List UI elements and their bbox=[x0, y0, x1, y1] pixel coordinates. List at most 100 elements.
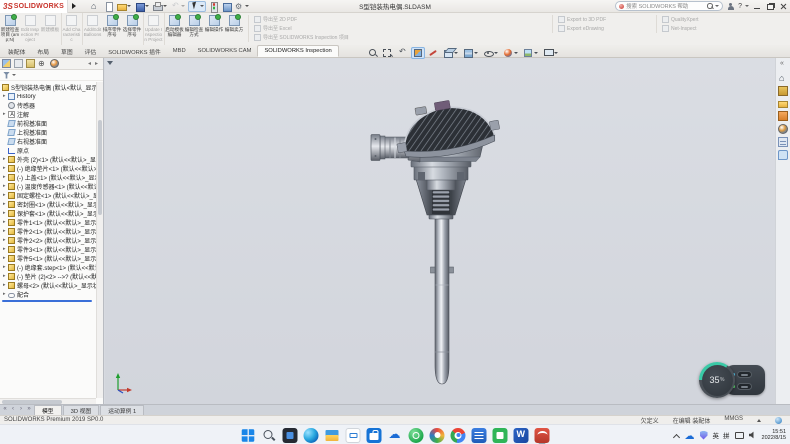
quick-access-button[interactable] bbox=[170, 1, 186, 12]
quick-access-button[interactable] bbox=[234, 1, 250, 12]
quick-access-button[interactable] bbox=[208, 1, 219, 12]
tree-item[interactable]: ▸History bbox=[0, 92, 96, 101]
ribbon-button[interactable]: 选择零件序号 bbox=[122, 13, 142, 45]
quick-access-button[interactable] bbox=[90, 1, 101, 12]
ime-language-indicator[interactable]: 英 bbox=[713, 430, 720, 440]
app-blue-icon[interactable] bbox=[472, 428, 487, 443]
featuremanager-icon[interactable] bbox=[2, 59, 11, 68]
help-caret-icon[interactable] bbox=[745, 5, 749, 7]
propertymanager-icon[interactable] bbox=[14, 59, 23, 68]
solidworks-icon[interactable] bbox=[535, 428, 550, 443]
ribbon-button[interactable]: Edit Inspection Project bbox=[20, 13, 40, 45]
ribbon-button[interactable]: Export to 3D PDF bbox=[558, 15, 652, 24]
speaker-icon[interactable] bbox=[749, 431, 757, 439]
ribbon-tab[interactable]: SOLIDWORKS CAM bbox=[192, 45, 258, 57]
restore-button[interactable] bbox=[765, 1, 775, 12]
tree-item[interactable]: ▸(-) 上盖<1> (默认<<默认>_显示状 bbox=[0, 173, 96, 182]
ribbon-button[interactable]: 导出至 2D PDF bbox=[254, 15, 548, 24]
ribbon-tab[interactable]: 评估 bbox=[79, 45, 103, 57]
start-icon[interactable] bbox=[242, 429, 255, 442]
quick-access-button[interactable] bbox=[188, 1, 206, 12]
store-icon[interactable] bbox=[367, 428, 382, 443]
displaymanager-icon[interactable] bbox=[50, 59, 59, 68]
widgets-icon[interactable] bbox=[283, 428, 298, 443]
solidworks-logo[interactable]: 3S SOLIDWORKS bbox=[0, 0, 68, 13]
headsup-button[interactable] bbox=[426, 47, 440, 59]
tab-nav-first-icon[interactable] bbox=[2, 405, 8, 414]
app-green-icon[interactable] bbox=[409, 428, 424, 443]
ime-language-indicator[interactable]: 拼 bbox=[723, 430, 730, 440]
ribbon-button[interactable]: 编辑操作 bbox=[204, 13, 224, 45]
tree-item[interactable]: ▸(-) 绝缘套.step<1> (默认<<默认> bbox=[0, 263, 96, 272]
ribbon-button[interactable]: Net-Inspect bbox=[662, 24, 764, 33]
collapse-icon[interactable] bbox=[778, 60, 788, 70]
ribbon-button[interactable]: Update Inspection Project bbox=[143, 13, 163, 45]
onedrive-tray-icon[interactable] bbox=[685, 426, 695, 444]
ribbon-button[interactable]: QualityXpert bbox=[662, 15, 764, 24]
headsup-button[interactable] bbox=[366, 47, 380, 59]
tree-item[interactable]: 右视基准面 bbox=[0, 137, 96, 146]
tree-item[interactable]: ▸零件3<1> (默认<<默认>_显示状态 bbox=[0, 245, 96, 254]
tree-item[interactable]: ▸(-) 绝缘垫片<1> (默认<<默认>_显 bbox=[0, 164, 96, 173]
search-caret-icon[interactable] bbox=[715, 5, 719, 7]
headsup-button[interactable] bbox=[501, 47, 520, 59]
close-button[interactable] bbox=[778, 1, 788, 12]
ribbon-button[interactable]: 新建模板 bbox=[40, 13, 60, 45]
tree-item[interactable]: ▸配合 bbox=[0, 290, 96, 299]
tree-item[interactable]: ▸固定螺栓<1> (默认<<默认>_显示状 bbox=[0, 191, 96, 200]
headsup-button[interactable] bbox=[381, 47, 395, 59]
ribbon-button[interactable]: Add Characteristic bbox=[61, 13, 81, 45]
resources-icon[interactable] bbox=[778, 73, 788, 83]
panel-vertical-scrollbar[interactable] bbox=[96, 82, 103, 398]
tree-item[interactable]: 原点 bbox=[0, 146, 96, 155]
taskbar-clock[interactable]: 15:51 2022/8/15 bbox=[762, 429, 786, 442]
tree-root-item[interactable]: S型铠装热电偶 (默认<默认_显示状态-1 bbox=[0, 82, 96, 92]
custom-properties-icon[interactable] bbox=[778, 137, 788, 147]
chrome-icon[interactable] bbox=[451, 428, 466, 443]
app-greensq-icon[interactable] bbox=[493, 428, 508, 443]
design-library-icon[interactable] bbox=[778, 86, 788, 96]
minimize-button[interactable] bbox=[752, 1, 762, 12]
ribbon-button[interactable]: 导出至 SOLIDWORKS Inspection 项目 bbox=[254, 33, 548, 42]
help-button[interactable]: ? bbox=[738, 3, 742, 10]
tree-filter[interactable] bbox=[0, 70, 103, 81]
ribbon-tab[interactable]: MBD bbox=[167, 45, 192, 57]
ribbon-tab[interactable]: 装配体 bbox=[2, 45, 31, 57]
units-caret-icon[interactable] bbox=[757, 419, 761, 422]
mouse-battery-widget[interactable]: 35% bbox=[699, 362, 767, 398]
tonedrive-icon[interactable] bbox=[388, 428, 403, 443]
widget-mini-button[interactable] bbox=[737, 383, 752, 390]
tree-item[interactable]: 传感器 bbox=[0, 101, 96, 110]
display-tray-icon[interactable] bbox=[735, 432, 744, 439]
ribbon-button[interactable]: 新建检查项目 (amp;N) bbox=[0, 13, 20, 45]
tree-item[interactable]: ▸零件1<1> (默认<<默认>_显示状态 bbox=[0, 218, 96, 227]
configurationmanager-icon[interactable] bbox=[26, 59, 35, 68]
headsup-button[interactable] bbox=[461, 47, 480, 59]
forum-icon[interactable] bbox=[778, 150, 788, 160]
login-user-icon[interactable] bbox=[726, 2, 735, 11]
tree-item[interactable]: ▸零件2<1> (默认<<默认>_显示状态 bbox=[0, 227, 96, 236]
quick-access-button[interactable] bbox=[103, 1, 114, 12]
scrollbar-thumb[interactable] bbox=[98, 120, 102, 215]
headsup-button[interactable] bbox=[541, 47, 560, 59]
tab-nav-last-icon[interactable] bbox=[26, 405, 32, 414]
ribbon-button[interactable]: 编辑卖方 bbox=[224, 13, 244, 45]
tree-item[interactable]: ▸螺母<2> (默认<<默认>_显示状态 bbox=[0, 281, 96, 290]
quick-access-button[interactable] bbox=[116, 1, 132, 12]
ribbon-button[interactable]: Export eDrawing bbox=[558, 24, 652, 33]
ribbon-button[interactable]: 启动模板编辑器 bbox=[164, 13, 184, 45]
ribbon-tab[interactable]: SOLIDWORKS 插件 bbox=[102, 45, 167, 57]
app-rainbow-icon[interactable] bbox=[430, 428, 445, 443]
ribbon-tab[interactable]: SOLIDWORKS Inspection bbox=[257, 45, 338, 57]
document-tab[interactable]: 运动算例 1 bbox=[100, 405, 144, 415]
headsup-button[interactable] bbox=[441, 47, 460, 59]
tree-item[interactable]: ▸外壳 (2)<1> (默认<<默认>_显示状 bbox=[0, 155, 96, 164]
ribbon-tab[interactable]: 布局 bbox=[31, 45, 55, 57]
tree-item[interactable]: ▸密封圈<1> (默认<<默认>_显示状 bbox=[0, 200, 96, 209]
dimxpert-icon[interactable] bbox=[38, 59, 47, 68]
ribbon-button[interactable]: 导出至 Excel bbox=[254, 24, 548, 33]
quick-access-button[interactable] bbox=[221, 1, 232, 12]
tmail-icon[interactable] bbox=[346, 428, 361, 443]
quick-access-button[interactable] bbox=[152, 1, 168, 12]
rollback-bar[interactable] bbox=[2, 300, 92, 302]
